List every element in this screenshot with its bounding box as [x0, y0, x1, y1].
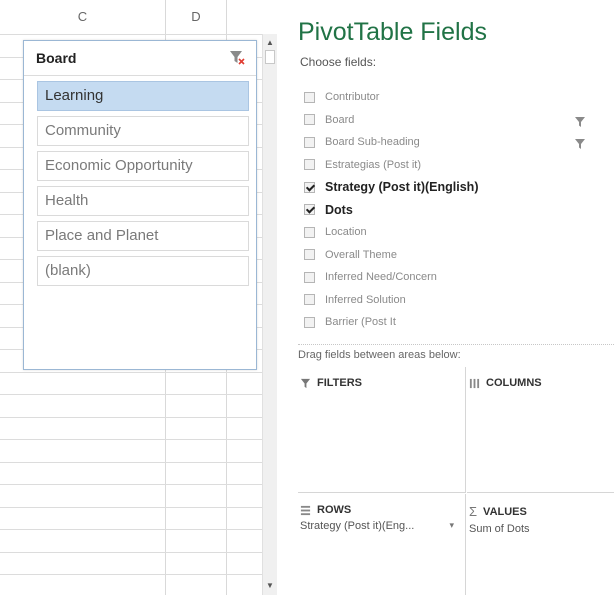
- field-list: Contributor Board Board Sub-heading Estr…: [304, 86, 604, 334]
- rows-area[interactable]: ROWS Strategy (Post it)(Eng... ▾: [298, 494, 466, 595]
- clear-filter-icon[interactable]: [228, 49, 246, 67]
- chevron-down-icon[interactable]: ▾: [449, 520, 454, 532]
- field-row-board-sub-heading[interactable]: Board Sub-heading: [304, 131, 604, 154]
- values-area-label: VALUES: [483, 505, 527, 518]
- slicer-item-place-and-planet[interactable]: Place and Planet: [37, 221, 249, 251]
- choose-fields-label: Choose fields:: [300, 55, 377, 69]
- values-area[interactable]: Σ VALUES Sum of Dots: [467, 494, 614, 595]
- field-label: Location: [325, 226, 367, 239]
- filter-icon[interactable]: [574, 115, 586, 133]
- column-header-d[interactable]: D: [166, 0, 227, 34]
- pane-title: PivotTable Fields: [298, 18, 487, 46]
- field-label: Contributor: [325, 91, 380, 104]
- field-row-strategy-english[interactable]: Strategy (Post it)(English): [304, 176, 604, 199]
- values-area-header: Σ VALUES: [469, 504, 614, 519]
- field-row-estrategias[interactable]: Estrategias (Post it): [304, 154, 604, 177]
- field-checkbox[interactable]: [304, 294, 315, 306]
- slicer-header: Board: [24, 41, 256, 76]
- divider: [298, 344, 614, 345]
- column-header-c[interactable]: C: [0, 0, 166, 34]
- scroll-thumb[interactable]: [265, 50, 275, 64]
- columns-area-label: COLUMNS: [486, 377, 542, 389]
- field-checkbox[interactable]: [304, 91, 315, 103]
- field-label: Inferred Need/Concern: [325, 271, 437, 284]
- column-header-e[interactable]: [227, 0, 262, 34]
- field-row-dots[interactable]: Dots: [304, 199, 604, 222]
- filters-area-header: FILTERS: [300, 377, 465, 389]
- columns-area-header: COLUMNS: [469, 377, 614, 389]
- filter-icon[interactable]: [574, 137, 586, 155]
- pivottable-fields-pane: PivotTable Fields Choose fields: Contrib…: [284, 0, 614, 595]
- row-gridline: [0, 372, 262, 373]
- field-checkbox-checked[interactable]: [304, 181, 315, 193]
- field-label: Inferred Solution: [325, 293, 406, 306]
- columns-area[interactable]: COLUMNS: [467, 367, 614, 493]
- field-label: Dots: [325, 202, 353, 217]
- slicer-item-health[interactable]: Health: [37, 186, 249, 216]
- field-label: Strategy (Post it)(English): [325, 180, 479, 195]
- field-label: Overall Theme: [325, 248, 397, 261]
- field-checkbox[interactable]: [304, 271, 315, 283]
- row-gridline: [0, 394, 262, 395]
- field-checkbox[interactable]: [304, 226, 315, 238]
- row-gridline: [0, 484, 262, 485]
- values-field-label: Sum of Dots: [469, 523, 530, 535]
- field-row-board[interactable]: Board: [304, 109, 604, 132]
- scroll-down-arrow-icon[interactable]: ▼: [264, 579, 276, 593]
- field-label: Board: [325, 113, 355, 126]
- slicer-item-economic-opportunity[interactable]: Economic Opportunity: [37, 151, 249, 181]
- row-gridline: [0, 34, 262, 35]
- field-row-inferred-solution[interactable]: Inferred Solution: [304, 289, 604, 312]
- field-row-barrier[interactable]: Barrier (Post It: [304, 311, 604, 334]
- rows-icon: [300, 505, 311, 516]
- rows-field-item[interactable]: Strategy (Post it)(Eng... ▾: [300, 520, 458, 532]
- field-row-contributor[interactable]: Contributor: [304, 86, 604, 109]
- board-slicer[interactable]: Board Learning Community Economic Opport…: [23, 40, 257, 370]
- scroll-up-arrow-icon[interactable]: ▲: [264, 36, 276, 50]
- field-checkbox[interactable]: [304, 159, 315, 171]
- field-label: Estrategias (Post it): [325, 158, 421, 171]
- slicer-item-blank[interactable]: (blank): [37, 256, 249, 286]
- field-checkbox[interactable]: [304, 114, 315, 126]
- sigma-icon: Σ: [469, 504, 478, 519]
- field-label: Barrier (Post It: [325, 316, 396, 329]
- row-gridline: [0, 552, 262, 553]
- slicer-item-list: Learning Community Economic Opportunity …: [24, 76, 256, 286]
- spreadsheet-grid[interactable]: C D Board Learning Community Economic Op…: [0, 0, 262, 595]
- row-gridline: [0, 417, 262, 418]
- row-gridline: [0, 439, 262, 440]
- row-gridline: [0, 529, 262, 530]
- rows-field-label: Strategy (Post it)(Eng...: [300, 520, 415, 532]
- field-checkbox-checked[interactable]: [304, 204, 315, 216]
- row-gridline: [0, 507, 262, 508]
- slicer-item-learning[interactable]: Learning: [37, 81, 249, 111]
- slicer-item-community[interactable]: Community: [37, 116, 249, 146]
- field-checkbox[interactable]: [304, 316, 315, 328]
- columns-icon: [469, 378, 480, 389]
- field-checkbox[interactable]: [304, 136, 315, 148]
- rows-area-header: ROWS: [300, 504, 465, 516]
- row-gridline: [0, 462, 262, 463]
- field-row-inferred-need[interactable]: Inferred Need/Concern: [304, 266, 604, 289]
- field-row-location[interactable]: Location: [304, 221, 604, 244]
- field-checkbox[interactable]: [304, 249, 315, 261]
- filters-area-label: FILTERS: [317, 377, 363, 389]
- row-gridline: [0, 574, 262, 575]
- field-label: Board Sub-heading: [325, 136, 420, 149]
- rows-area-label: ROWS: [317, 504, 352, 516]
- slicer-title: Board: [36, 50, 77, 66]
- vertical-scrollbar[interactable]: ▲ ▼: [262, 34, 277, 595]
- drag-fields-label: Drag fields between areas below:: [298, 349, 461, 361]
- values-field-item[interactable]: Sum of Dots: [469, 523, 599, 535]
- filter-icon: [300, 378, 311, 389]
- field-row-overall-theme[interactable]: Overall Theme: [304, 244, 604, 267]
- filters-area[interactable]: FILTERS: [298, 367, 466, 493]
